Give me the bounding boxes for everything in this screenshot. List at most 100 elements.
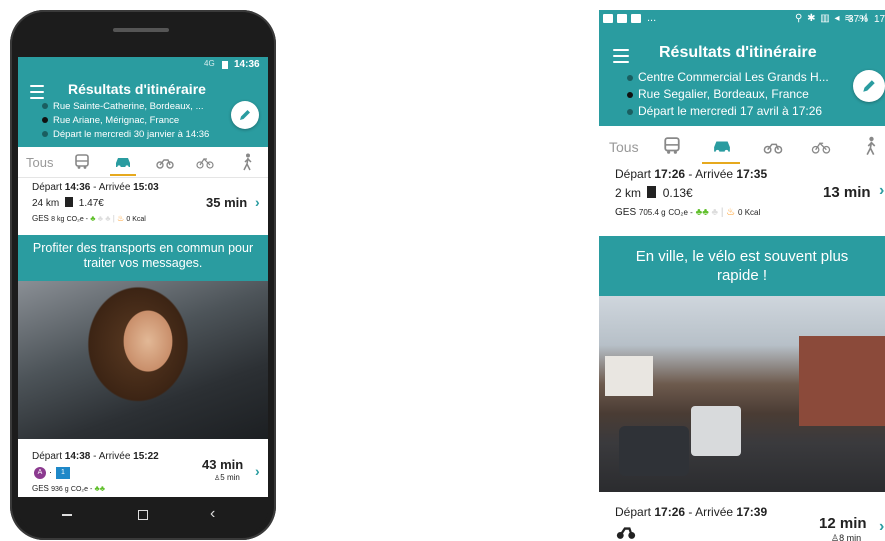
chevron-right-icon: › [879,182,885,199]
departure-row[interactable]: Départ le mercredi 30 janvier à 14:36 [42,129,209,140]
route-result-car[interactable]: Départ 14:36 - Arrivée 15:03 24 km 1.47€… [18,179,268,233]
car-icon[interactable] [711,137,733,155]
page-title: Résultats d'itinéraire [68,81,206,97]
bicycle-icon[interactable] [196,155,214,169]
route-duration: 35 min [206,195,248,210]
clock: 17:2 [874,14,885,25]
left-screen: 4G 14:36 Résultats d'itinéraire Rue Sain… [18,57,268,497]
departure-text: Départ le mercredi 17 avril à 17:26 [638,104,823,118]
leaf-icon: ♣ [90,214,96,223]
origin-text: Centre Commercial Les Grands H... [638,70,829,84]
route-emissions: GES 8 kg CO₂e - ♣ ♣ ♣ | ♨ 0 Kcal [32,214,146,223]
status-bar: ... ⚲ ✱ ▥ ◂ ≋ .ıl 37% 17:2 [599,10,885,30]
nav-home-icon[interactable] [138,510,148,520]
bicycle-icon[interactable] [811,139,831,154]
walk-icon[interactable] [865,136,878,156]
battery-level: 37% [848,14,869,25]
route-emissions: GES 936 g CO₂e - ♣♣ [32,484,106,493]
destination-row[interactable]: Rue Segalier, Bordeaux, France [627,87,809,101]
route-times: Départ 14:38 - Arrivée 15:22 [32,451,159,462]
app-notification-icon [631,14,641,23]
bus-icon[interactable] [663,137,681,155]
clock-icon [42,131,48,138]
mail-notification-icon [617,14,627,23]
walk-icon[interactable] [242,153,254,171]
promo-image [18,281,268,439]
car-icon[interactable] [114,154,132,170]
tram-line-badge: 1 [56,467,70,479]
motorbike-icon[interactable] [763,139,783,154]
route-distance-cost: 2 km 0.13€ [615,186,693,200]
walk-small-icon: ♙ [831,533,840,541]
walk-duration: ♙8 min [831,533,862,541]
promo-text: En ville, le vélo est souvent plus rapid… [635,248,849,284]
itinerary-header: Résultats d'itinéraire Rue Sainte-Cather… [18,73,268,147]
destination-pin-icon [42,117,48,124]
route-times: Départ 14:36 - Arrivée 15:03 [32,182,159,193]
route-result-car[interactable]: Départ 17:26 - Arrivée 17:35 2 km 0.13€ … [599,164,885,230]
origin-row[interactable]: Centre Commercial Les Grands H... [627,70,829,84]
route-result-transit[interactable]: Départ 14:38 - Arrivée 15:22 A · 1 43 mi… [18,441,268,497]
android-nav-bar: ‹ [18,497,268,533]
chevron-right-icon: › [255,194,260,210]
clock-icon [627,108,633,115]
route-distance-cost: 24 km 1.47€ [32,197,104,209]
route-times: Départ 17:26 - Arrivée 17:35 [615,167,768,181]
promo-banner: En ville, le vélo est souvent plus rapid… [599,236,885,296]
origin-row[interactable]: Rue Sainte-Catherine, Bordeaux, ... [42,101,204,112]
departure-text: Départ le mercredi 30 janvier à 14:36 [53,129,210,140]
signal-indicator: 4G [204,59,215,68]
route-times: Départ 17:26 - Arrivée 17:39 [615,505,768,519]
nav-back-icon[interactable]: ‹ [210,505,215,523]
route-duration: 13 min [823,184,871,201]
route-duration: 43 min [202,457,244,472]
bus-icon[interactable] [74,154,90,170]
itinerary-header: Résultats d'itinéraire Centre Commercial… [599,30,885,126]
destination-row[interactable]: Rue Ariane, Mérignac, France [42,115,179,126]
route-result-motorbike[interactable]: Départ 17:26 - Arrivée 17:39 12 min ♙8 m… [599,500,885,541]
edit-button[interactable] [231,101,259,129]
mode-tabs: Tous [599,130,885,164]
page-title: Résultats d'itinéraire [659,44,817,61]
pencil-icon [240,110,250,120]
promo-image [599,296,885,492]
destination-text: Rue Segalier, Bordeaux, France [638,87,809,101]
fuel-pump-icon [65,197,74,207]
phone-speaker [113,28,169,32]
right-screen: ... ⚲ ✱ ▥ ◂ ≋ .ıl 37% 17:2 Résultats d'i… [599,10,885,541]
flame-icon: ♨ [117,214,125,223]
origin-icon [42,103,48,110]
leaf-empty-icon: ♣ [711,207,719,218]
menu-icon[interactable] [613,49,629,67]
nav-recent-icon[interactable] [62,514,72,516]
leaf-empty-icon: ♣ ♣ [97,214,111,223]
destination-text: Rue Ariane, Mérignac, France [53,115,180,126]
divider [18,177,268,178]
pencil-icon [863,80,875,92]
route-emissions: GES 705.4 g CO₂e - ♣♣ ♣ | ♨ 0 Kcal [615,207,761,218]
battery-icon [222,61,228,69]
promo-banner: Profiter des transports en commun pour t… [18,235,268,281]
active-tab-indicator [110,174,136,176]
origin-icon [627,74,633,81]
fuel-pump-icon [647,186,657,198]
destination-pin-icon [627,91,633,98]
tab-all[interactable]: Tous [26,155,53,170]
photo-notification-icon [603,14,613,23]
metro-line-badge: A [34,467,46,479]
chevron-right-icon: › [255,463,260,479]
walk-duration: ♙5 min [214,473,240,482]
tab-all[interactable]: Tous [609,139,639,155]
status-bar: 4G 14:36 [18,57,268,73]
clock: 14:36 [234,59,260,70]
route-duration: 12 min [819,515,867,532]
motorbike-icon[interactable] [156,155,174,169]
origin-text: Rue Sainte-Catherine, Bordeaux, ... [53,101,204,112]
leaf-icon: ♣♣ [94,484,106,493]
edit-button[interactable] [853,70,885,102]
mode-tabs: Tous [18,149,268,177]
promo-text: Profiter des transports en commun pour t… [32,241,254,270]
departure-row[interactable]: Départ le mercredi 17 avril à 17:26 [627,104,822,118]
flame-icon: ♨ [726,207,736,218]
motorbike-icon [616,527,636,539]
